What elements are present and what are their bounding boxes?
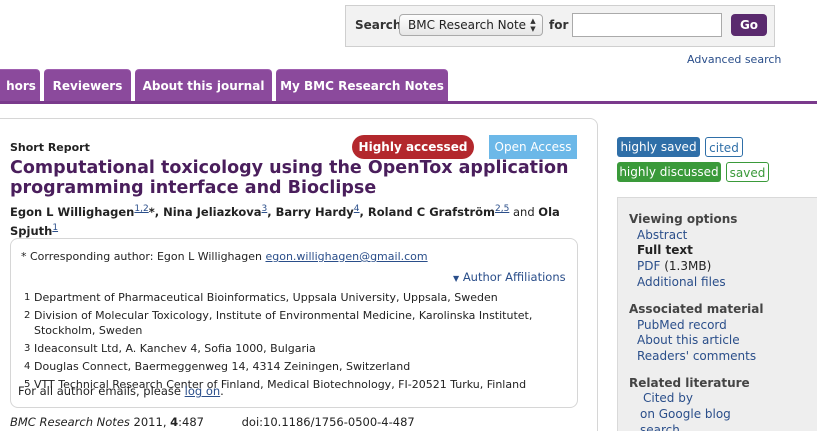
- author-affil-ref[interactable]: 1: [52, 223, 58, 233]
- corresponding-label: * Corresponding author: Egon L Willighag…: [21, 250, 262, 263]
- affil-text: Ideaconsult Ltd, A. Kanchev 4, Sofia 100…: [34, 342, 316, 355]
- tab-about-journal[interactable]: About this journal: [135, 69, 272, 102]
- citation: BMC Research Notes 2011, 4:487 doi:10.11…: [10, 415, 415, 429]
- about-article-link[interactable]: About this article: [637, 333, 740, 347]
- for-label: for: [549, 18, 569, 32]
- additional-files-link[interactable]: Additional files: [637, 275, 726, 289]
- affiliation-item: 1 Department of Pharmaceutical Bioinforma…: [24, 290, 574, 305]
- related-literature-heading: Related literature: [629, 376, 750, 390]
- google-blog-link[interactable]: on Google blog: [640, 407, 731, 421]
- cite-doi: doi:10.1186/1756-0500-4-487: [241, 415, 415, 429]
- affiliation-item: 2 Division of Molecular Toxicology, Insti…: [24, 308, 574, 338]
- affil-text: Douglas Connect, Baermeggenweg 14, 4314 …: [34, 360, 411, 373]
- cite-journal: BMC Research Notes: [10, 415, 130, 429]
- author-list: Egon L Willighagen1,2*, Nina Jeliazkova3…: [10, 201, 580, 239]
- search-scope-value: BMC Research Note: [408, 18, 527, 32]
- affil-num: 2: [24, 310, 31, 321]
- nav-bar: [0, 101, 817, 104]
- highly-discussed-badge[interactable]: highly discussed: [617, 162, 721, 182]
- cited-by-link[interactable]: Cited by: [643, 391, 693, 405]
- email-note-end: .: [220, 384, 224, 398]
- readers-comments-link[interactable]: Readers' comments: [637, 349, 756, 363]
- article-title: Computational toxicology using the OpenT…: [10, 158, 569, 198]
- affiliations-list: 1 Department of Pharmaceutical Bioinforma…: [24, 290, 574, 395]
- author-name[interactable]: Nina Jeliazkova: [163, 205, 261, 219]
- highly-saved-badge[interactable]: highly saved: [617, 137, 700, 157]
- affil-toggle-label: Author Affiliations: [462, 270, 566, 284]
- email-note-text: For all author emails, please: [18, 384, 181, 398]
- saved-badge[interactable]: saved: [726, 162, 769, 182]
- pubmed-record-link[interactable]: PubMed record: [637, 318, 727, 332]
- search-scope-select[interactable]: BMC Research Note ▲ ▼: [399, 14, 543, 36]
- tab-authors[interactable]: hors: [0, 69, 40, 102]
- author-affil-ref[interactable]: 2,5: [495, 204, 509, 214]
- author-affil-ref[interactable]: 1,2: [134, 204, 148, 214]
- author-name[interactable]: Egon L Willighagen: [10, 205, 134, 219]
- select-arrows-icon: ▲ ▼: [530, 17, 536, 33]
- author-name[interactable]: Roland C Grafström: [368, 205, 495, 219]
- author-affiliations-toggle[interactable]: ▼ Author Affiliations: [453, 270, 566, 284]
- affil-num: 1: [24, 292, 31, 303]
- affiliation-item: 3 Ideaconsult Ltd, A. Kanchev 4, Sofia 10…: [24, 341, 574, 356]
- search-link[interactable]: search: [640, 423, 680, 431]
- affil-text: Department of Pharmaceutical Bioinformat…: [34, 291, 498, 304]
- search-label: Search: [355, 18, 402, 32]
- viewing-options-heading: Viewing options: [629, 212, 738, 226]
- tab-label: hors: [6, 79, 36, 93]
- affil-num: 4: [24, 361, 31, 372]
- cited-badge[interactable]: cited: [705, 137, 743, 157]
- pdf-link[interactable]: PDF (1.3MB): [637, 259, 711, 273]
- cite-year: 2011,: [129, 415, 171, 429]
- search-box: Search BMC Research Note ▲ ▼ for Go: [345, 5, 775, 47]
- pdf-label: PDF: [637, 259, 661, 273]
- tab-my-bmc[interactable]: My BMC Research Notes: [276, 69, 448, 102]
- full-text-current: Full text: [637, 243, 693, 257]
- affiliation-item: 4 Douglas Connect, Baermeggenweg 14, 4314…: [24, 359, 574, 374]
- affil-num: 3: [24, 343, 31, 354]
- corresponding-author: * Corresponding author: Egon L Willighag…: [21, 250, 428, 263]
- log-on-link[interactable]: log on: [185, 384, 221, 398]
- author-sep: ,: [359, 204, 368, 219]
- corresponding-email-link[interactable]: egon.willighagen@gmail.com: [265, 250, 427, 263]
- open-access-badge[interactable]: Open Access: [489, 135, 577, 159]
- author-name[interactable]: Barry Hardy: [276, 205, 354, 219]
- author-emails-note: For all author emails, please log on.: [18, 384, 224, 398]
- associated-material-heading: Associated material: [629, 302, 764, 316]
- tab-reviewers[interactable]: Reviewers: [44, 69, 131, 102]
- cite-page: :487: [178, 415, 204, 429]
- cite-volume: 4: [170, 415, 179, 429]
- author-sep: ,: [267, 204, 276, 219]
- triangle-down-icon: ▼: [453, 274, 460, 283]
- advanced-search-link[interactable]: Advanced search: [687, 53, 781, 66]
- abstract-link[interactable]: Abstract: [637, 228, 687, 242]
- search-input[interactable]: [572, 13, 722, 37]
- go-button[interactable]: Go: [731, 14, 767, 36]
- affil-text: Division of Molecular Toxicology, Instit…: [34, 309, 533, 337]
- pdf-size: (1.3MB): [664, 259, 712, 273]
- author-sep: and: [509, 204, 539, 219]
- article-type: Short Report: [10, 141, 90, 154]
- highly-accessed-badge[interactable]: Highly accessed: [352, 135, 474, 159]
- author-sep: ,: [154, 204, 164, 219]
